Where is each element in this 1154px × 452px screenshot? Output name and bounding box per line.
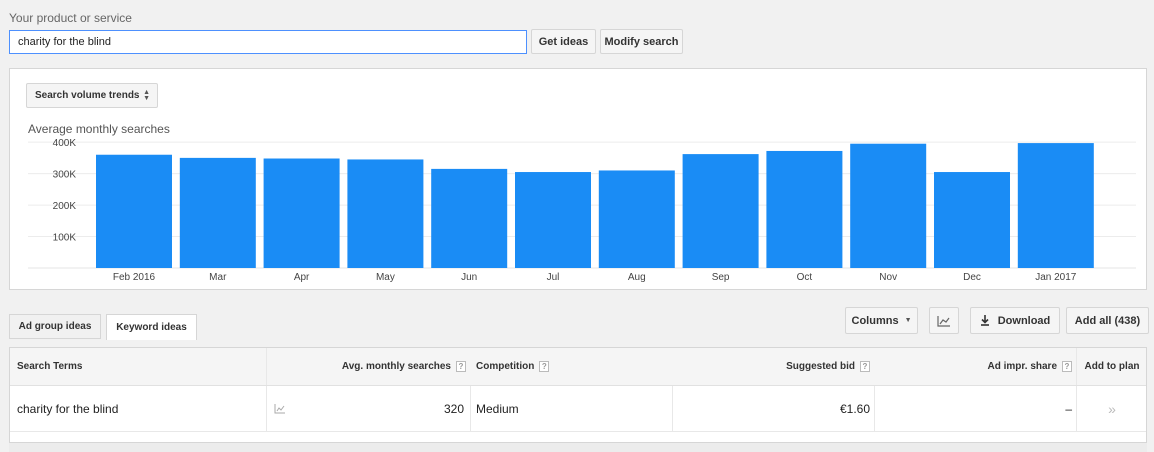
header-ad-impr-share[interactable]: Ad impr. share ? [874, 348, 1072, 385]
table-footer [9, 443, 1147, 452]
bar[interactable] [850, 143, 927, 268]
x-tick-label: Nov [879, 272, 897, 283]
tab-ad-group-ideas[interactable]: Ad group ideas [9, 314, 101, 339]
bar[interactable] [515, 172, 591, 268]
y-tick-label: 100K [53, 233, 77, 244]
trend-chart-icon[interactable] [274, 386, 286, 431]
columns-label: Columns [851, 314, 899, 327]
line-chart-icon [937, 315, 950, 327]
download-button[interactable]: Download [970, 307, 1060, 334]
download-label: Download [997, 314, 1051, 327]
download-icon [980, 315, 990, 326]
bar[interactable] [598, 170, 675, 268]
add-to-plan-chevron-icon[interactable]: » [1076, 386, 1148, 431]
x-tick-label: Apr [294, 272, 310, 283]
help-icon[interactable]: ? [539, 361, 550, 372]
columns-button[interactable]: Columns ▼ [845, 307, 918, 334]
chart-panel: Search volume trends ▲ ▼ Average monthly … [9, 68, 1147, 290]
header-suggested-bid-label: Suggested bid [786, 361, 855, 372]
header-search-terms[interactable]: Search Terms [17, 348, 82, 385]
header-avg-monthly-label: Avg. monthly searches [341, 361, 451, 372]
cell-avg-monthly: 320 [443, 401, 464, 416]
help-icon[interactable]: ? [456, 361, 466, 372]
x-tick-label: Jun [461, 272, 477, 283]
bar[interactable] [766, 150, 843, 268]
header-competition-label: Competition [476, 361, 535, 372]
chart-toggle-button[interactable] [929, 307, 959, 334]
product-label: Your product or service [9, 11, 132, 25]
get-ideas-button[interactable]: Get ideas [531, 29, 596, 54]
y-tick-label: 200K [53, 201, 77, 212]
cell-competition: Medium [476, 401, 519, 416]
x-tick-label: Jan 2017 [1035, 272, 1077, 283]
bar[interactable] [263, 158, 340, 268]
header-ad-impr-share-label: Ad impr. share [987, 361, 1057, 372]
cell-ad-impr-share: – [1065, 401, 1072, 416]
cell-search-term: charity for the blind [17, 401, 119, 416]
bar[interactable] [1017, 143, 1094, 268]
modify-search-button[interactable]: Modify search [600, 29, 683, 54]
cell-suggested-bid: €1.60 [839, 401, 870, 416]
header-avg-monthly[interactable]: Avg. monthly searches ? [266, 348, 466, 385]
bar[interactable] [431, 168, 508, 268]
table-row: charity for the blind 320 Medium €1.60 –… [10, 386, 1146, 432]
header-add-to-plan: Add to plan [1084, 361, 1140, 372]
tab-keyword-ideas[interactable]: Keyword ideas [106, 314, 197, 340]
bar[interactable] [934, 172, 1010, 268]
bar[interactable] [682, 154, 759, 268]
x-tick-label: Oct [797, 272, 813, 283]
y-tick-label: 400K [53, 138, 77, 149]
x-tick-label: Mar [209, 272, 227, 283]
x-tick-label: Aug [628, 272, 646, 283]
header-suggested-bid[interactable]: Suggested bid ? [674, 348, 870, 385]
x-tick-label: May [376, 272, 395, 283]
x-tick-label: Jul [547, 272, 560, 283]
x-tick-label: Dec [963, 272, 981, 283]
add-all-button[interactable]: Add all (438) [1066, 307, 1149, 334]
bar[interactable] [347, 159, 424, 268]
bar[interactable] [96, 154, 172, 268]
y-tick-label: 300K [53, 170, 77, 181]
bar-chart: 100K 200K 300K 400K Feb 2016 Mar Apr May Jun Jul A… [28, 138, 1136, 283]
x-tick-label: Sep [712, 272, 730, 283]
header-competition[interactable]: Competition ? [476, 348, 550, 385]
table-header: Search Terms Avg. monthly searches ? Com… [10, 348, 1146, 386]
help-icon[interactable]: ? [860, 361, 870, 372]
keyword-table: Search Terms Avg. monthly searches ? Com… [9, 347, 1147, 443]
bar[interactable] [179, 157, 256, 268]
product-search-input[interactable] [9, 30, 527, 54]
caret-down-icon: ▼ [904, 317, 912, 324]
help-icon[interactable]: ? [1062, 361, 1072, 372]
x-tick-label: Feb 2016 [113, 272, 156, 283]
